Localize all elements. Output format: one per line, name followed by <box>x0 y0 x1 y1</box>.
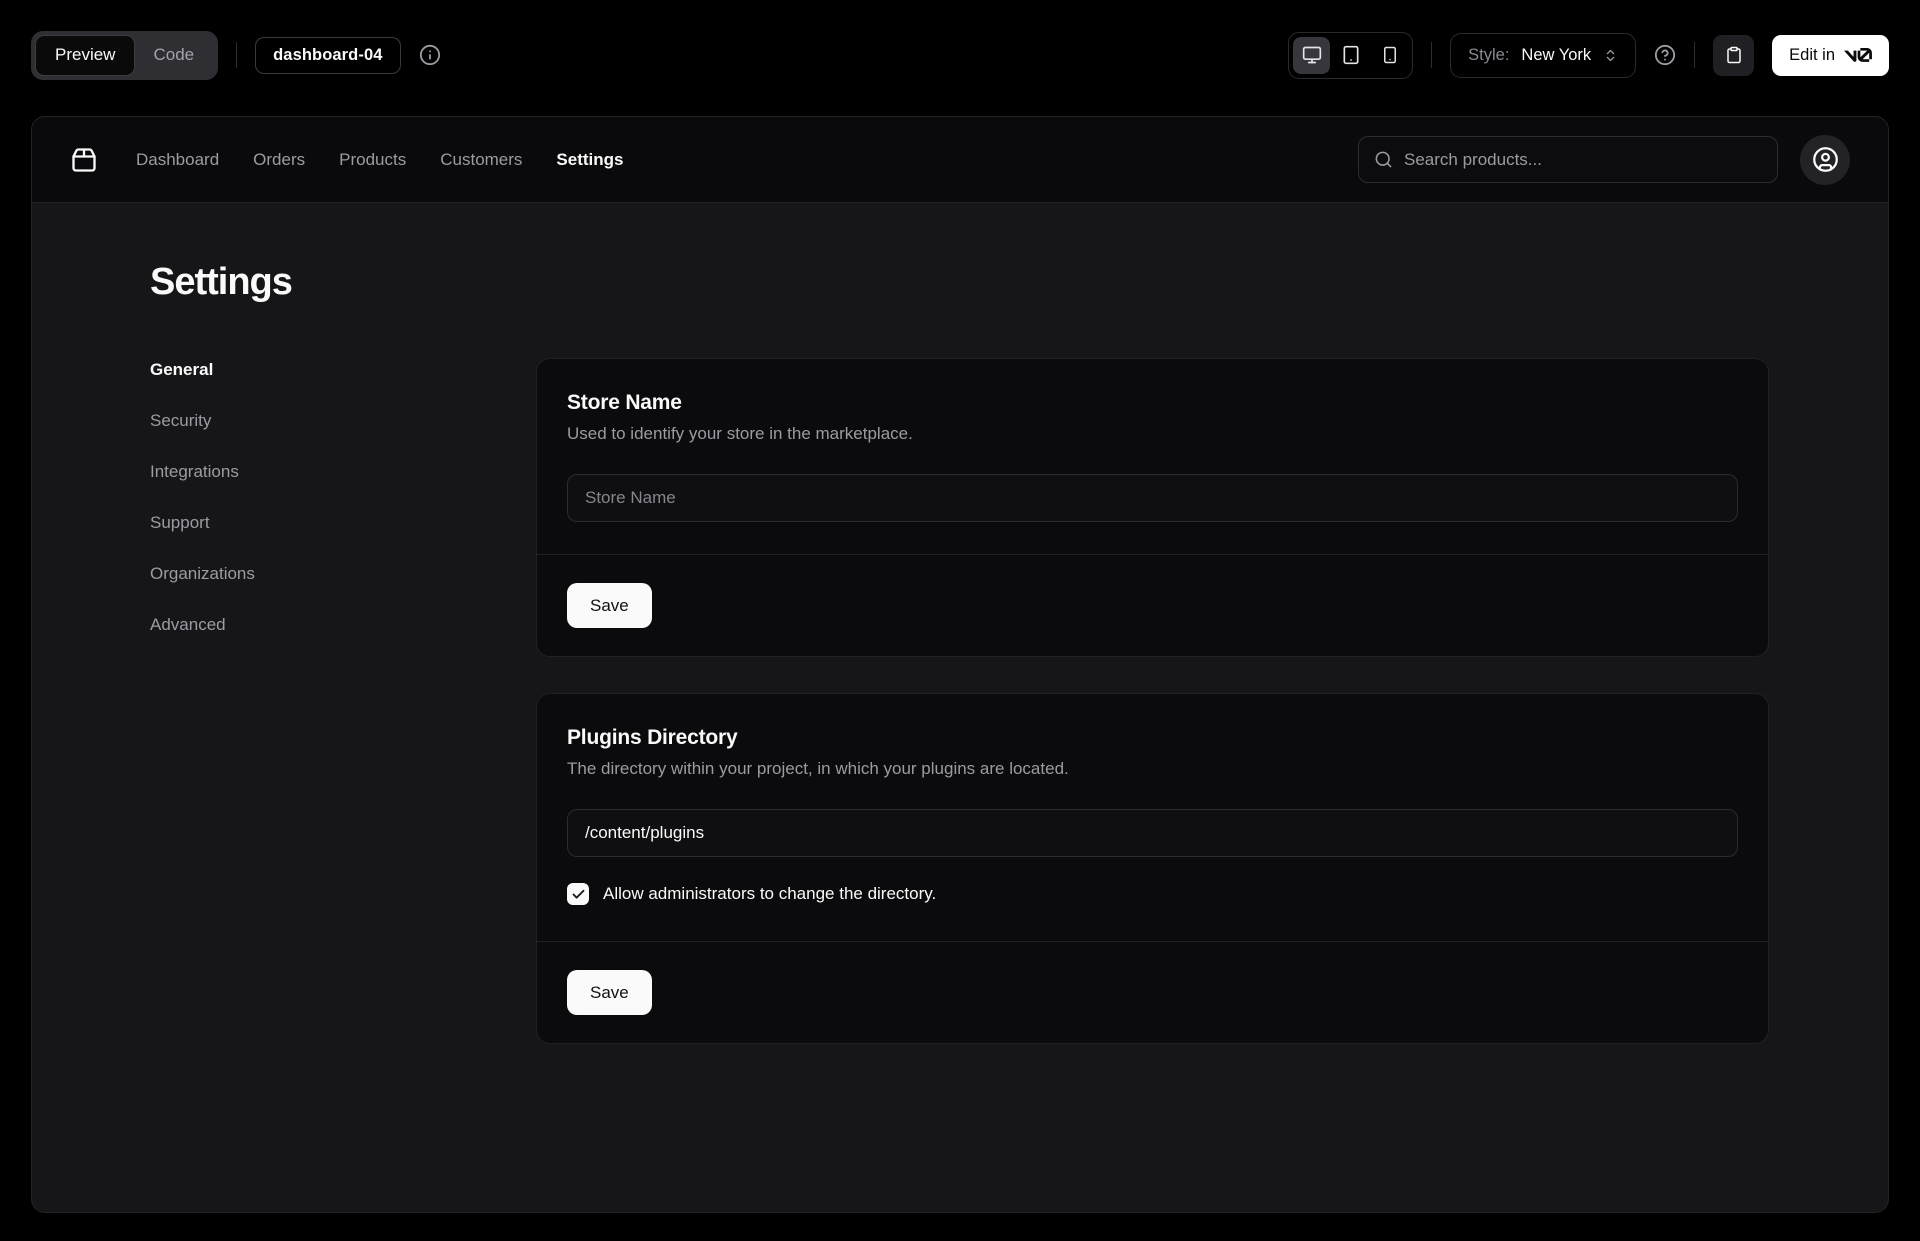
view-toggle: Preview Code <box>31 31 218 80</box>
circle-user-icon <box>1812 146 1839 173</box>
store-logo-link[interactable] <box>70 146 98 174</box>
desktop-view-button[interactable] <box>1293 37 1330 74</box>
package-icon <box>70 146 98 174</box>
v0-logo-icon <box>1844 48 1872 62</box>
toolbar-divider <box>1694 42 1695 68</box>
plugins-directory-card-title: Plugins Directory <box>567 726 1738 750</box>
dashboard-nav-links: Dashboard Orders Products Customers Sett… <box>136 150 623 170</box>
smartphone-icon <box>1381 46 1399 64</box>
allow-admin-row: Allow administrators to change the direc… <box>567 883 1738 909</box>
sidebar-item-support[interactable]: Support <box>150 511 536 535</box>
sidebar-item-advanced[interactable]: Advanced <box>150 613 536 637</box>
style-select-value: New York <box>1521 46 1591 65</box>
allow-admin-checkbox-label[interactable]: Allow administrators to change the direc… <box>603 884 936 904</box>
store-name-card-title: Store Name <box>567 391 1738 415</box>
nav-link-customers[interactable]: Customers <box>440 150 522 170</box>
nav-link-dashboard[interactable]: Dashboard <box>136 150 219 170</box>
search-input[interactable] <box>1404 150 1762 170</box>
plugins-directory-input[interactable] <box>567 809 1738 857</box>
toolbar-divider <box>236 42 237 68</box>
account-menu-button[interactable] <box>1800 135 1850 185</box>
store-name-card-description: Used to identify your store in the marke… <box>567 424 1738 444</box>
block-preview-frame: Dashboard Orders Products Customers Sett… <box>31 116 1889 1213</box>
clipboard-icon <box>1725 46 1743 64</box>
toolbar-divider <box>1431 42 1432 68</box>
mobile-view-button[interactable] <box>1371 37 1408 74</box>
nav-link-settings[interactable]: Settings <box>556 150 623 170</box>
toolbar-right-group: Style: New York Edit in <box>1288 32 1889 79</box>
plugins-directory-card-footer: Save <box>537 941 1768 1043</box>
preview-toolbar: Preview Code dashboard-04 Style: New Yor… <box>0 0 1920 110</box>
product-search <box>1358 136 1778 183</box>
store-name-save-button[interactable]: Save <box>567 583 652 628</box>
settings-page: Settings General Security Integrations S… <box>32 203 1888 1044</box>
store-name-card-footer: Save <box>537 554 1768 656</box>
sidebar-item-security[interactable]: Security <box>150 409 536 433</box>
edit-in-v0-button[interactable]: Edit in <box>1772 35 1889 76</box>
sidebar-item-organizations[interactable]: Organizations <box>150 562 536 586</box>
store-name-input[interactable] <box>567 474 1738 522</box>
tablet-icon <box>1341 45 1361 65</box>
nav-link-products[interactable]: Products <box>339 150 406 170</box>
chevrons-up-down-icon <box>1603 48 1618 63</box>
monitor-icon <box>1302 45 1322 65</box>
settings-sidebar: General Security Integrations Support Or… <box>150 358 536 1044</box>
search-icon <box>1374 150 1393 169</box>
check-icon <box>571 887 586 902</box>
edit-in-v0-label: Edit in <box>1789 46 1835 65</box>
plugins-directory-card-description: The directory within your project, in wh… <box>567 759 1738 779</box>
info-icon[interactable] <box>419 44 441 66</box>
block-name-badge: dashboard-04 <box>255 37 400 74</box>
page-title: Settings <box>150 261 1769 304</box>
allow-admin-checkbox[interactable] <box>567 883 589 905</box>
copy-code-button[interactable] <box>1713 35 1754 76</box>
store-name-card: Store Name Used to identify your store i… <box>536 358 1769 657</box>
plugins-directory-save-button[interactable]: Save <box>567 970 652 1015</box>
preview-tab[interactable]: Preview <box>36 36 134 75</box>
settings-cards: Store Name Used to identify your store i… <box>536 358 1769 1044</box>
plugins-directory-card: Plugins Directory The directory within y… <box>536 693 1769 1044</box>
style-select[interactable]: Style: New York <box>1450 33 1636 78</box>
tablet-view-button[interactable] <box>1332 37 1369 74</box>
nav-link-orders[interactable]: Orders <box>253 150 305 170</box>
style-select-label: Style: <box>1468 46 1509 65</box>
sidebar-item-integrations[interactable]: Integrations <box>150 460 536 484</box>
dashboard-header: Dashboard Orders Products Customers Sett… <box>32 117 1888 203</box>
sidebar-item-general[interactable]: General <box>150 358 536 382</box>
code-tab[interactable]: Code <box>134 36 213 75</box>
circle-help-icon[interactable] <box>1654 44 1676 66</box>
device-size-toggle <box>1288 32 1413 79</box>
